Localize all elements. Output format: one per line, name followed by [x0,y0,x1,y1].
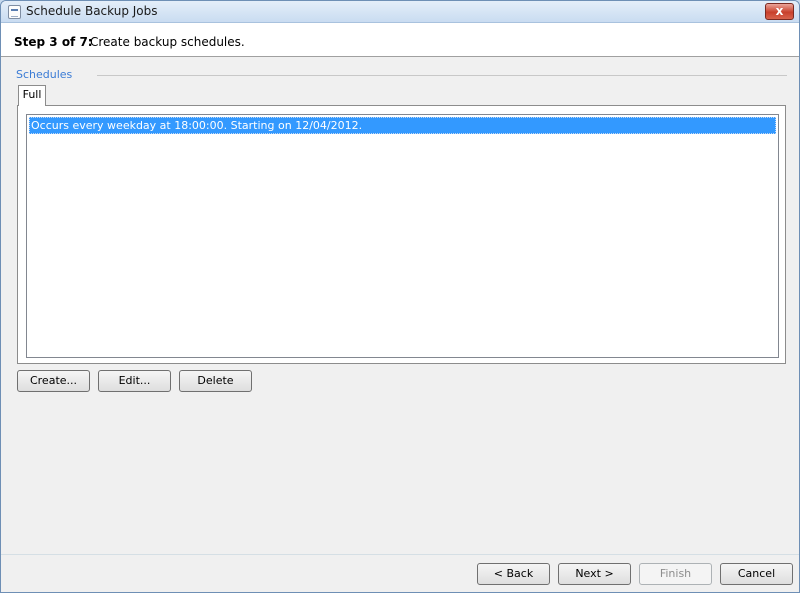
step-description: Create backup schedules. [90,35,245,49]
tab-full[interactable]: Full [18,85,46,106]
group-divider [97,75,787,76]
window-title: Schedule Backup Jobs [26,4,158,18]
close-icon: x [775,4,784,18]
step-label: Step 3 of 7: [14,35,93,49]
schedule-list[interactable]: Occurs every weekday at 18:00:00. Starti… [26,114,779,358]
title-bar[interactable]: Schedule Backup Jobs x [1,1,799,23]
next-button[interactable]: Next > [558,563,631,585]
back-button[interactable]: < Back [477,563,550,585]
create-button[interactable]: Create... [17,370,90,392]
footer-divider [1,554,799,555]
edit-button[interactable]: Edit... [98,370,171,392]
schedules-group-label: Schedules [16,68,77,81]
wizard-header: Step 3 of 7: Create backup schedules. [1,23,799,57]
wizard-window: Schedule Backup Jobs x Step 3 of 7: Crea… [0,0,800,593]
list-item[interactable]: Occurs every weekday at 18:00:00. Starti… [29,117,776,134]
delete-button[interactable]: Delete [179,370,252,392]
app-icon [8,5,21,19]
close-button[interactable]: x [765,3,794,20]
finish-button[interactable]: Finish [639,563,712,585]
tab-panel-full: Occurs every weekday at 18:00:00. Starti… [17,105,786,364]
cancel-button[interactable]: Cancel [720,563,793,585]
